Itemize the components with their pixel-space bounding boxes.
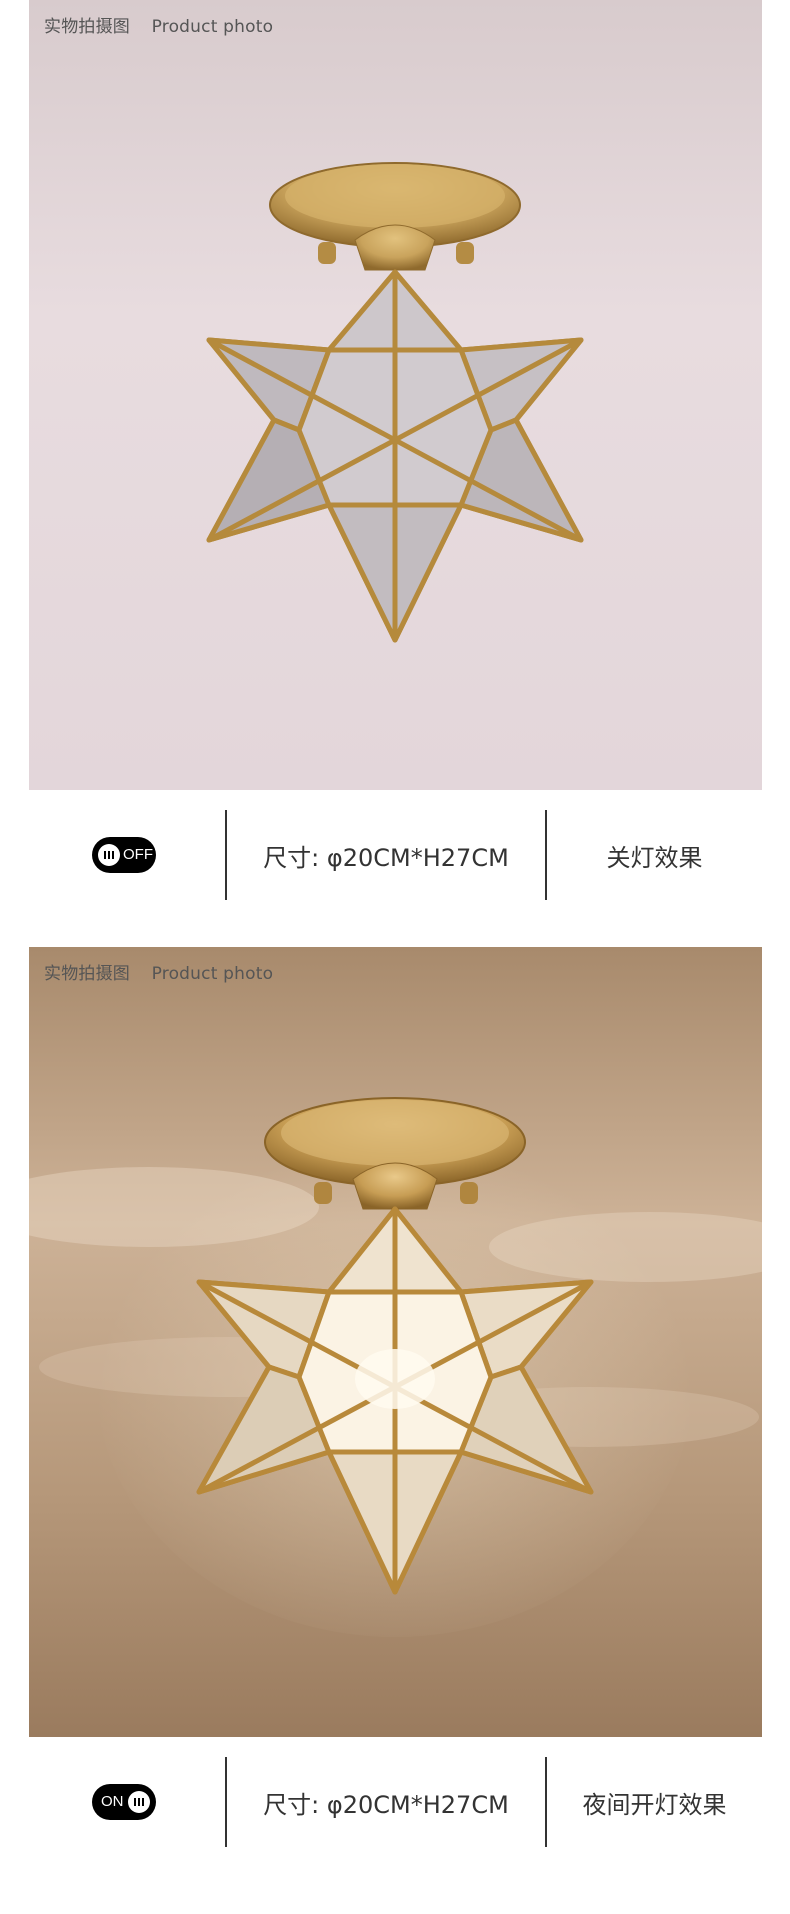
photo-caption: 实物拍摄图 Product photo bbox=[44, 12, 273, 37]
effect-text: 关灯效果 bbox=[606, 843, 703, 872]
product-photo-off: 实物拍摄图 Product photo bbox=[29, 0, 762, 790]
caption-en: Product photo bbox=[151, 17, 274, 37]
caption-cn: 实物拍摄图 bbox=[44, 17, 130, 37]
photo-caption: 实物拍摄图 Product photo bbox=[44, 959, 273, 984]
spec-row-on: ON 尺寸: φ20CM*H27CM 夜间开灯效果 bbox=[29, 1757, 762, 1847]
toggle-off-icon: OFF bbox=[92, 837, 156, 873]
effect-text: 夜间开灯效果 bbox=[582, 1790, 727, 1819]
product-photo-on: 实物拍摄图 Product photo bbox=[29, 947, 762, 1737]
toggle-on-icon: ON bbox=[92, 1784, 156, 1820]
size-text: 尺寸: φ20CM*H27CM bbox=[263, 1790, 509, 1819]
caption-en: Product photo bbox=[151, 964, 274, 984]
toggle-label: OFF bbox=[123, 846, 153, 863]
star-lamp-image-off bbox=[29, 0, 762, 790]
star-lamp-image-on bbox=[29, 947, 762, 1737]
spec-row-off: OFF 尺寸: φ20CM*H27CM 关灯效果 bbox=[29, 810, 762, 900]
size-text: 尺寸: φ20CM*H27CM bbox=[263, 843, 509, 872]
toggle-knob bbox=[98, 844, 120, 866]
toggle-knob bbox=[128, 1791, 150, 1813]
toggle-label: ON bbox=[101, 1793, 124, 1810]
caption-cn: 实物拍摄图 bbox=[44, 964, 130, 984]
